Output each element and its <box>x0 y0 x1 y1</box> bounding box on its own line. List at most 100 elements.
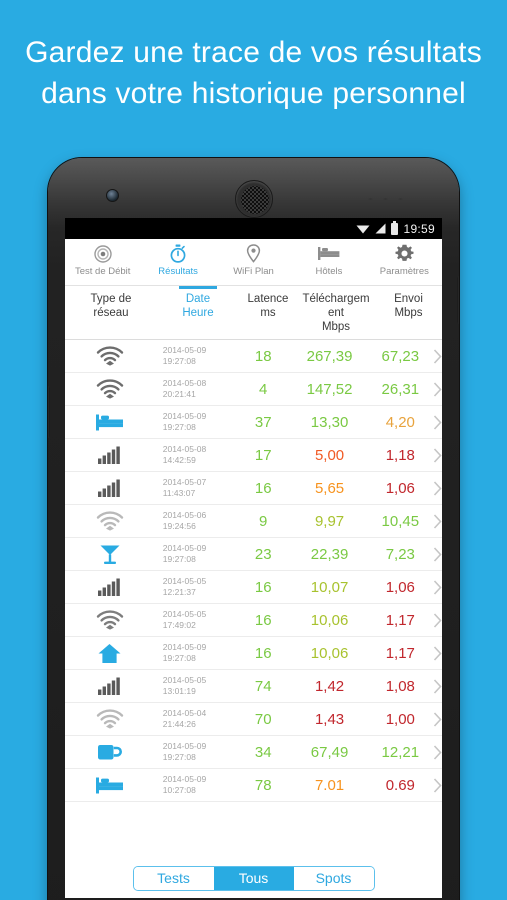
column-header-network-type[interactable]: Type de réseau <box>65 292 157 334</box>
chevron-right-icon[interactable] <box>433 579 442 595</box>
row-time: 12:21:37 <box>162 587 196 597</box>
row-latency: 17 <box>254 446 272 464</box>
row-date: 2014-05-09 <box>162 642 207 652</box>
row-datetime: 2014-05-09 19:27:08 <box>155 411 235 433</box>
chevron-right-icon[interactable] <box>433 381 442 397</box>
volume-button[interactable] <box>48 386 50 438</box>
chevron-right-icon[interactable] <box>433 645 442 661</box>
table-row[interactable]: 2014-05-09 19:27:08 23 22,39 7,23 <box>65 538 442 571</box>
sort-indicator <box>179 286 217 289</box>
chevron-right-icon[interactable] <box>433 414 442 430</box>
gear-icon <box>367 243 442 264</box>
cell-bars-icon <box>65 677 155 695</box>
row-download: 10,06 <box>310 611 349 629</box>
table-row[interactable]: 2014-05-09 19:27:08 16 10,06 1,17 <box>65 637 442 670</box>
row-datetime: 2014-05-07 11:43:07 <box>155 477 235 499</box>
cocktail-icon <box>65 543 155 565</box>
column-header-download[interactable]: Téléchargem ent Mbps <box>297 292 375 334</box>
tab-hotels[interactable]: Hôtels <box>291 243 366 277</box>
row-date: 2014-05-05 <box>162 675 207 685</box>
tab-test-de-debit[interactable]: Test de Débit <box>65 243 140 277</box>
header-line-2: ent <box>328 307 344 319</box>
tab-parametres[interactable]: Paramètres <box>367 243 442 277</box>
results-list[interactable]: 2014-05-09 19:27:08 18 267,39 67,23 2014… <box>65 340 442 802</box>
row-datetime: 2014-05-04 21:44:26 <box>155 708 235 730</box>
chevron-right-icon[interactable] <box>433 711 442 727</box>
row-date: 2014-05-07 <box>162 477 207 487</box>
row-datetime: 2014-05-05 17:49:02 <box>155 609 235 631</box>
chevron-right-icon[interactable] <box>433 480 442 496</box>
chevron-right-icon[interactable] <box>433 513 442 529</box>
table-row[interactable]: 2014-05-05 12:21:37 16 10,07 1,06 <box>65 571 442 604</box>
main-tab-bar: Test de Débit Résultats WiFi Plan Hôtels… <box>65 239 442 286</box>
segment-spots[interactable]: Spots <box>293 866 374 890</box>
segment-tests[interactable]: Tests <box>133 866 214 890</box>
table-row[interactable]: 2014-05-05 13:01:19 74 1,42 1,08 <box>65 670 442 703</box>
map-pin-icon <box>216 243 291 264</box>
row-time: 19:27:08 <box>162 554 196 564</box>
phone-screen: 19:59 Test de Débit Résultats WiFi Plan … <box>65 218 442 898</box>
row-upload: 26,31 <box>381 380 420 398</box>
column-header-upload[interactable]: Envoi Mbps <box>375 292 442 334</box>
row-download: 5,65 <box>314 479 345 497</box>
row-datetime: 2014-05-05 13:01:19 <box>155 675 235 697</box>
column-header-latency[interactable]: Latence ms <box>239 292 297 334</box>
wifi-strong-icon <box>65 379 155 399</box>
row-date: 2014-05-04 <box>162 708 207 718</box>
row-download: 7.01 <box>314 776 345 794</box>
row-latency: 70 <box>254 710 272 728</box>
segment-tous[interactable]: Tous <box>213 866 294 890</box>
chevron-right-icon[interactable] <box>433 546 442 562</box>
chevron-right-icon[interactable] <box>433 744 442 760</box>
row-latency: 74 <box>254 677 272 695</box>
chevron-right-icon[interactable] <box>433 612 442 628</box>
row-latency: 16 <box>254 611 272 629</box>
front-camera-icon <box>106 189 119 202</box>
row-time: 10:27:08 <box>162 785 196 795</box>
coffee-icon <box>65 742 155 762</box>
chevron-right-icon[interactable] <box>433 447 442 463</box>
table-row[interactable]: 2014-05-09 19:27:08 18 267,39 67,23 <box>65 340 442 373</box>
table-row[interactable]: 2014-05-07 11:43:07 16 5,65 1,06 <box>65 472 442 505</box>
header-line-1: Type de <box>90 293 132 305</box>
tab-wifi-plan[interactable]: WiFi Plan <box>216 243 291 277</box>
row-date: 2014-05-08 <box>162 444 207 454</box>
row-time: 19:27:08 <box>162 422 196 432</box>
table-row[interactable]: 2014-05-09 19:27:08 37 13,30 4,20 <box>65 406 442 439</box>
cell-bars-icon <box>65 446 155 464</box>
row-upload: 1,17 <box>385 644 415 662</box>
table-row[interactable]: 2014-05-08 14:42:59 17 5,00 1,18 <box>65 439 442 472</box>
chevron-right-icon[interactable] <box>433 777 442 793</box>
header-line-1: Latence <box>247 293 289 305</box>
row-latency: 37 <box>254 413 272 431</box>
column-header-date[interactable]: Date Heure <box>157 286 239 334</box>
chevron-right-icon[interactable] <box>433 348 442 364</box>
row-date: 2014-05-09 <box>162 741 207 751</box>
table-row[interactable]: 2014-05-08 20:21:41 4 147,52 26,31 <box>65 373 442 406</box>
tab-resultats[interactable]: Résultats <box>140 243 215 277</box>
table-row[interactable]: 2014-05-06 19:24:56 9 9,97 10,45 <box>65 505 442 538</box>
row-upload: 4,20 <box>385 413 415 431</box>
row-latency: 4 <box>259 380 268 398</box>
table-row[interactable]: 2014-05-05 17:49:02 16 10,06 1,17 <box>65 604 442 637</box>
row-date: 2014-05-08 <box>162 378 207 388</box>
headline-line-1: Gardez une trace de vos résultats <box>25 36 482 69</box>
row-time: 19:27:08 <box>162 653 196 663</box>
status-bar-clock: 19:59 <box>403 221 435 236</box>
table-row[interactable]: 2014-05-04 21:44:26 70 1,43 1,00 <box>65 703 442 736</box>
header-line-2: Mbps <box>394 307 423 319</box>
row-date: 2014-05-09 <box>162 411 207 421</box>
row-upload: 12,21 <box>381 743 420 761</box>
bed-icon <box>65 776 155 794</box>
wifi-weak-icon <box>65 709 155 729</box>
row-latency: 34 <box>254 743 272 761</box>
headline-line-2: dans votre historique personnel <box>41 77 466 110</box>
power-button[interactable] <box>457 276 459 324</box>
earpiece-speaker-icon <box>234 180 273 218</box>
table-row[interactable]: 2014-05-09 10:27:08 78 7.01 0.69 <box>65 769 442 802</box>
table-row[interactable]: 2014-05-09 19:27:08 34 67,49 12,21 <box>65 736 442 769</box>
chevron-right-icon[interactable] <box>433 678 442 694</box>
row-date: 2014-05-09 <box>162 774 207 784</box>
row-date: 2014-05-09 <box>162 345 207 355</box>
row-time: 21:44:26 <box>162 719 196 729</box>
